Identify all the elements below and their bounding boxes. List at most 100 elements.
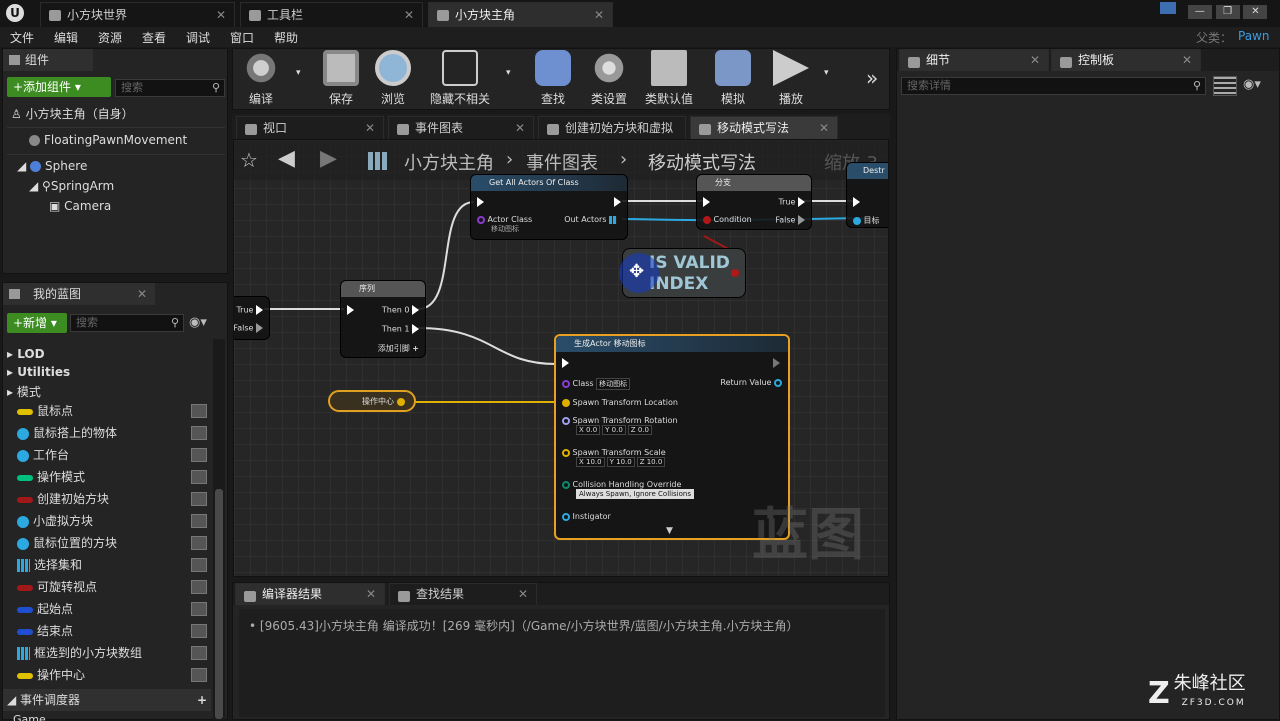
variable-item[interactable]: 工作台	[17, 445, 207, 465]
menu-window[interactable]: 窗口	[230, 29, 254, 46]
close-icon[interactable]: ✕	[518, 584, 528, 604]
scrollbar-thumb[interactable]	[215, 489, 223, 719]
menu-edit[interactable]: 编辑	[54, 29, 78, 46]
eye-icon[interactable]	[191, 624, 207, 638]
eye-icon[interactable]	[191, 492, 207, 506]
close-icon[interactable]: ✕	[515, 117, 525, 139]
spawn-rotation-pin[interactable]: Spawn Transform Rotation X 0.0 Y 0.0 Z 0.0	[562, 416, 678, 435]
true-pin[interactable]: True	[778, 197, 805, 207]
add-new-button[interactable]: +新增 ▾	[7, 313, 67, 333]
save-button[interactable]: 保存	[318, 50, 364, 107]
component-self[interactable]: ♙ 小方块主角（自身）	[11, 105, 134, 122]
exec-in-pin[interactable]	[477, 197, 484, 207]
variable-item[interactable]: 操作模式	[17, 467, 207, 487]
compile-dropdown-icon[interactable]: ▾	[296, 68, 301, 78]
property-matrix-icon[interactable]	[1213, 76, 1237, 96]
tab-world[interactable]: 小方块世界 ✕	[40, 2, 235, 27]
scale-x-input[interactable]: X 10.0	[576, 457, 605, 467]
close-icon[interactable]: ✕	[365, 117, 375, 139]
blueprint-graph-canvas[interactable]: ☆ ◀ ▶ 小方块主角 › 事件图表 › 移动模式写法 缩放-3 True Fa…	[233, 139, 889, 577]
add-dispatcher-icon[interactable]: +	[197, 689, 207, 711]
class-settings-button[interactable]: 类设置	[584, 50, 634, 107]
rotation-z-input[interactable]: Z 0.0	[627, 425, 652, 435]
operation-center-output[interactable]: 操作中心	[362, 396, 405, 407]
maximize-button[interactable]: ❐	[1215, 5, 1240, 19]
menu-asset[interactable]: 资源	[98, 29, 122, 46]
exec-out-pin[interactable]	[614, 197, 621, 207]
false-pin[interactable]: False	[775, 215, 805, 225]
variable-item[interactable]: 可旋转视点	[17, 577, 207, 597]
get-all-actors-of-class-node[interactable]: Get All Actors Of Class Actor Class 移动图标 …	[470, 174, 628, 240]
minimize-button[interactable]: —	[1187, 5, 1212, 19]
variable-item[interactable]: 操作中心	[17, 665, 207, 685]
category-lod[interactable]: ▸ LOD	[7, 347, 45, 361]
marketplace-icon[interactable]	[1160, 2, 1176, 14]
toolbar-overflow-button[interactable]: »	[866, 66, 878, 90]
blueprint-search-input[interactable]: 搜索 ⚲	[70, 314, 184, 332]
rotation-y-input[interactable]: Y 0.0	[602, 425, 626, 435]
close-icon[interactable]: ✕	[366, 584, 376, 604]
tab-compiler-results[interactable]: 编译器结果 ✕	[235, 583, 385, 605]
eye-icon[interactable]	[191, 470, 207, 484]
false-output-pin[interactable]: False	[234, 323, 263, 333]
variable-item[interactable]: 创建初始方块	[17, 489, 207, 509]
component-camera[interactable]: ▣ Camera	[49, 199, 111, 213]
menu-file[interactable]: 文件	[10, 29, 34, 46]
tab-movement-mode[interactable]: 移动模式写法 ✕	[690, 116, 838, 139]
add-pin-button[interactable]: 添加引脚 +	[378, 343, 419, 354]
scrollbar[interactable]	[213, 339, 225, 721]
target-pin[interactable]: 目标	[853, 215, 880, 226]
scale-y-input[interactable]: Y 10.0	[606, 457, 635, 467]
visibility-eye-icon[interactable]: ◉▾	[1243, 77, 1261, 92]
collision-handling-pin[interactable]: Collision Handling Override Always Spawn…	[562, 480, 694, 499]
visibility-eye-icon[interactable]: ◉▾	[189, 315, 207, 330]
simulate-button[interactable]: 模拟	[708, 50, 758, 107]
tab-toolbar[interactable]: 工具栏 ✕	[240, 2, 423, 27]
rotation-x-input[interactable]: X 0.0	[576, 425, 601, 435]
component-sphere[interactable]: ◢ Sphere	[17, 159, 87, 173]
eye-icon[interactable]	[191, 558, 207, 572]
variable-item[interactable]: 起始点	[17, 599, 207, 619]
eye-icon[interactable]	[191, 602, 207, 616]
variable-item[interactable]: 框选到的小方块数组	[17, 643, 207, 663]
close-icon[interactable]: ✕	[1182, 50, 1192, 70]
add-component-button[interactable]: +添加组件 ▾	[7, 77, 111, 97]
then-0-pin[interactable]: Then 0	[382, 305, 419, 315]
exec-in-pin[interactable]	[853, 197, 860, 207]
close-icon[interactable]: ✕	[819, 117, 829, 139]
eye-icon[interactable]	[191, 514, 207, 528]
hide-dropdown-icon[interactable]: ▾	[506, 68, 511, 78]
operation-center-variable-node[interactable]: 操作中心	[328, 390, 416, 412]
compile-button[interactable]: 编译 ▾	[236, 50, 301, 107]
close-icon[interactable]: ✕	[137, 283, 147, 305]
tab-event-graph[interactable]: 事件图表 ✕	[388, 116, 534, 139]
then-1-pin[interactable]: Then 1	[382, 324, 419, 334]
eye-icon[interactable]	[191, 668, 207, 682]
tab-details[interactable]: 细节 ✕	[899, 49, 1049, 71]
eye-icon[interactable]	[191, 404, 207, 418]
details-search-input[interactable]: 搜索详情 ⚲	[901, 77, 1206, 95]
close-icon[interactable]: ✕	[594, 3, 604, 28]
collision-dropdown[interactable]: Always Spawn, Ignore Collisions	[576, 489, 694, 499]
return-value-pin[interactable]: Return Value	[720, 378, 782, 387]
sequence-node[interactable]: 序列 Then 0 Then 1 添加引脚 +	[340, 280, 426, 358]
menu-help[interactable]: 帮助	[274, 29, 298, 46]
browse-button[interactable]: 浏览	[370, 50, 416, 107]
variable-item[interactable]: 鼠标点	[17, 401, 207, 421]
left-branch-node[interactable]: True False	[234, 296, 270, 340]
exec-out-pin[interactable]	[773, 358, 780, 368]
close-icon[interactable]: ✕	[216, 3, 226, 28]
out-actors-pin[interactable]: Out Actors	[564, 215, 621, 224]
close-icon[interactable]: ✕	[1030, 50, 1040, 70]
component-spring-arm[interactable]: ◢ ⚲SpringArm	[29, 179, 114, 193]
eye-icon[interactable]	[191, 580, 207, 594]
is-valid-index-node[interactable]: IS VALID INDEX ✥	[619, 248, 746, 298]
exec-in-pin[interactable]	[347, 305, 354, 315]
play-dropdown-icon[interactable]: ▾	[824, 68, 829, 78]
class-pin[interactable]: Class 移动图标	[562, 378, 632, 390]
variable-item[interactable]: 鼠标搭上的物体	[17, 423, 207, 443]
class-defaults-button[interactable]: 类默认值	[640, 50, 698, 107]
variable-item[interactable]: 选择集和	[17, 555, 207, 575]
branch-node[interactable]: 分支 Condition True False	[696, 174, 812, 230]
components-search-input[interactable]: 搜索 ⚲	[115, 79, 225, 97]
